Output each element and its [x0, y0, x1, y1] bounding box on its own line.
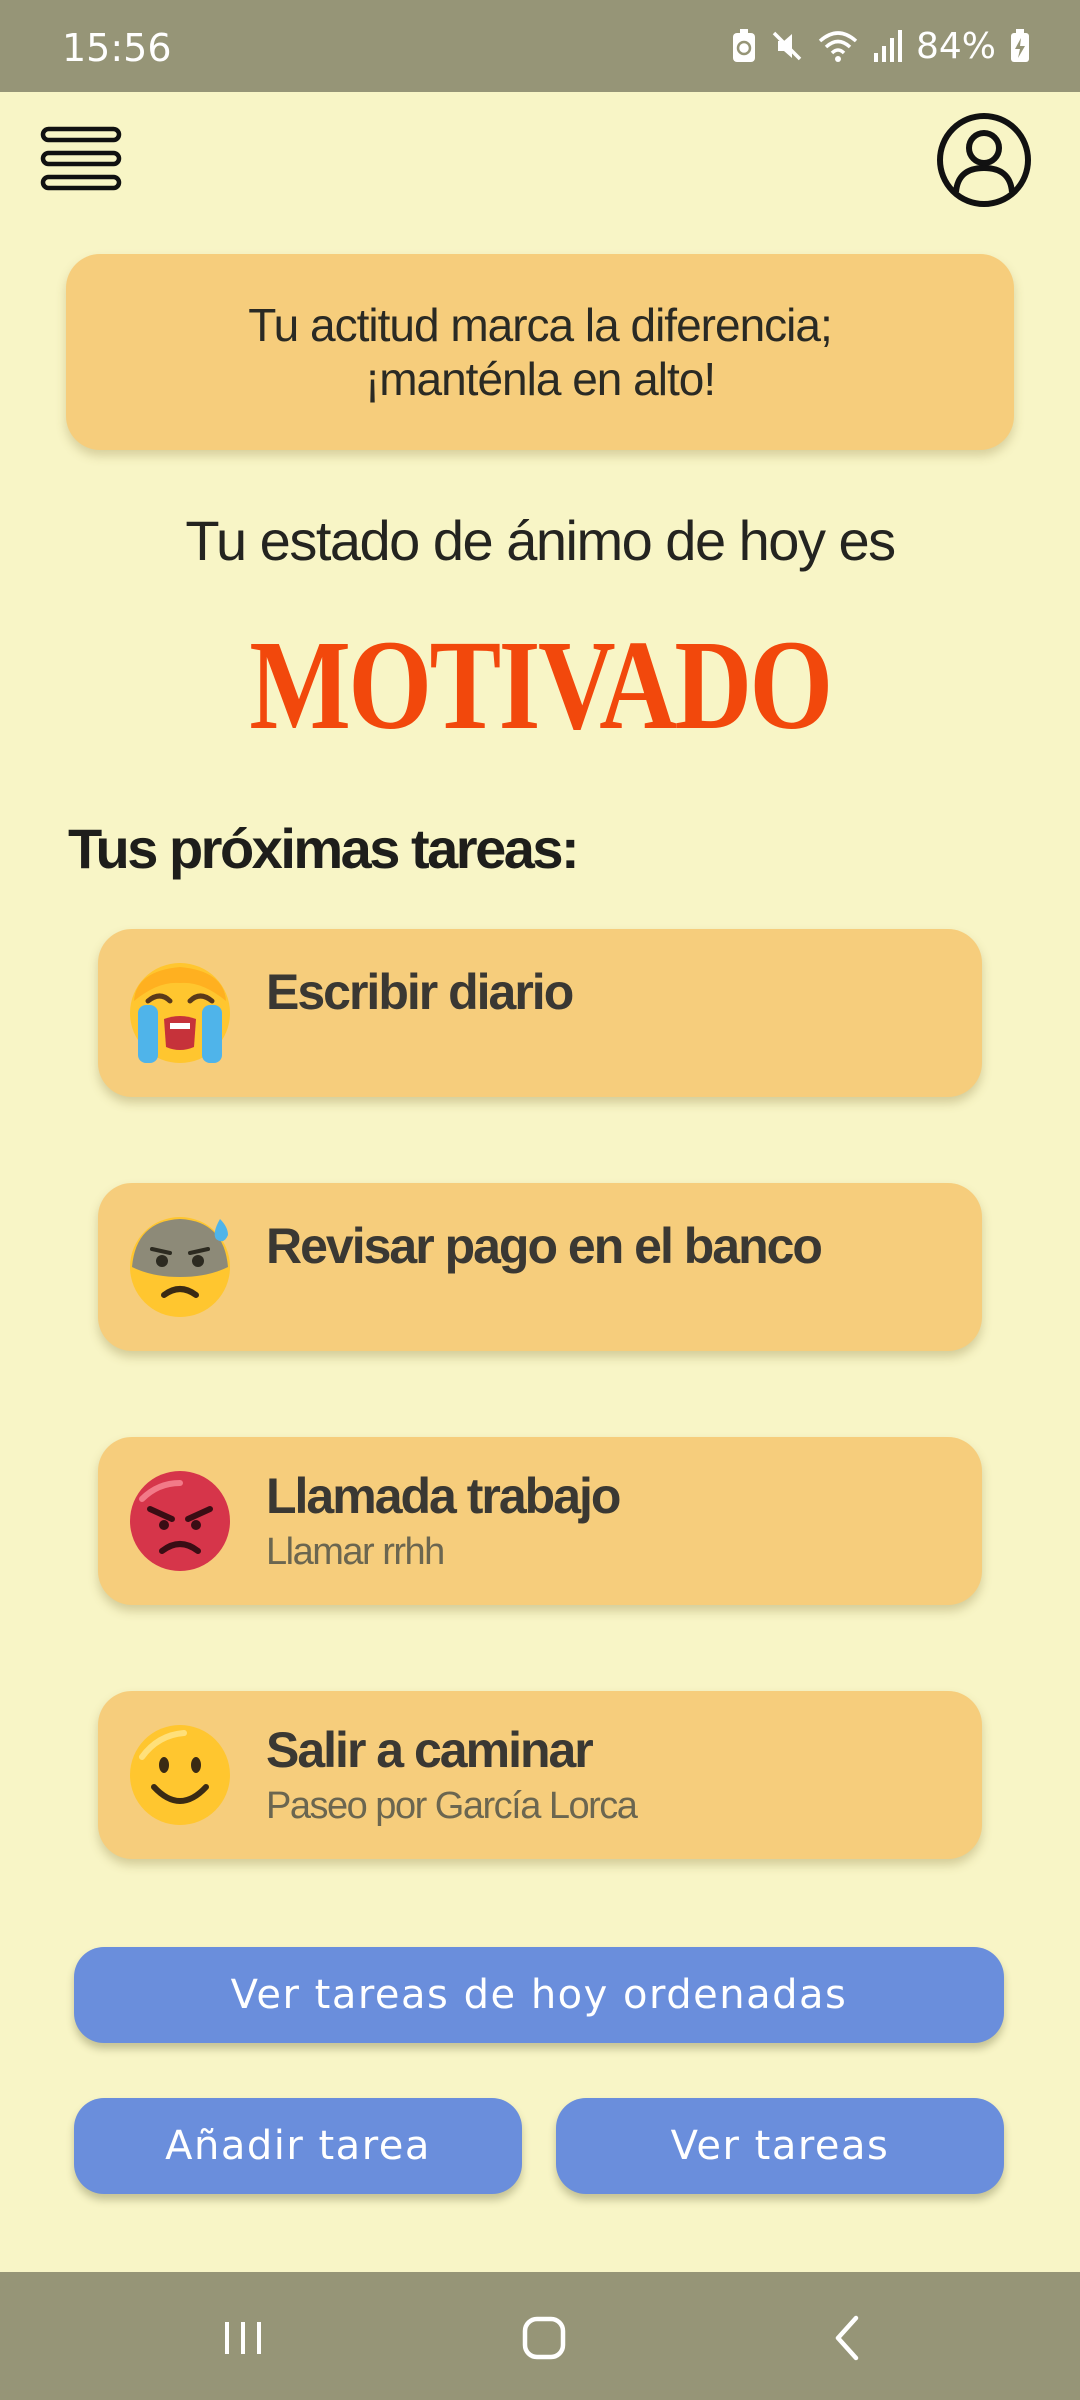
status-time: 15:56 — [62, 26, 172, 70]
task-card[interactable]: Llamada trabajo Llamar rrhh — [98, 1437, 982, 1605]
battery-saver-icon — [732, 29, 755, 62]
task-title: Revisar pago en el banco — [266, 1218, 823, 1274]
task-subtitle: Llamar rrhh — [266, 1531, 445, 1573]
task-title: Salir a caminar — [266, 1722, 594, 1778]
task-card[interactable]: Revisar pago en el banco — [98, 1183, 982, 1351]
battery-percentage: 84% — [915, 25, 996, 67]
home-icon — [522, 2316, 566, 2360]
tasks-heading: Tus próximas tareas: — [68, 817, 580, 880]
user-profile-icon — [937, 113, 1031, 207]
mute-icon — [772, 31, 802, 61]
menu-button[interactable] — [40, 126, 124, 192]
add-task-button[interactable]: Añadir tarea — [74, 2098, 522, 2194]
view-tasks-button[interactable]: Ver tareas — [556, 2098, 1004, 2194]
task-card[interactable]: Salir a caminar Paseo por García Lorca — [98, 1691, 982, 1859]
recents-icon — [225, 2322, 261, 2354]
signal-icon — [873, 30, 902, 62]
task-subtitle: Paseo por García Lorca — [266, 1785, 638, 1827]
status-icons: 84% — [732, 22, 1030, 70]
wifi-icon — [818, 31, 858, 62]
mood-value: MOTIVADO — [249, 614, 833, 756]
view-sorted-today-tasks-button[interactable]: Ver tareas de hoy ordenadas — [74, 1947, 1004, 2043]
quote-text: Tu actitud marca la diferencia; ¡manténl… — [248, 299, 832, 405]
back-button[interactable] — [818, 2308, 878, 2368]
status-bar: 15:56 84% — [0, 0, 1080, 92]
battery-charging-icon — [1011, 29, 1029, 62]
smiling-face-icon — [130, 1725, 230, 1825]
back-icon — [835, 2315, 859, 2361]
mood-intro-text: Tu estado de ánimo de hoy es — [185, 509, 896, 572]
angry-face-icon — [130, 1471, 230, 1571]
anxious-sweat-face-icon — [130, 1217, 230, 1317]
profile-button[interactable] — [936, 112, 1032, 208]
system-navigation-bar — [0, 2272, 1080, 2400]
hamburger-menu-icon — [40, 126, 122, 191]
motivational-quote-card: Tu actitud marca la diferencia; ¡manténl… — [66, 254, 1014, 450]
task-title: Llamada trabajo — [266, 1468, 621, 1524]
home-button[interactable] — [514, 2308, 574, 2368]
task-title: Escribir diario — [266, 964, 574, 1020]
task-card[interactable]: Escribir diario — [98, 929, 982, 1097]
recents-button[interactable] — [213, 2308, 273, 2368]
crying-face-icon — [130, 963, 230, 1063]
